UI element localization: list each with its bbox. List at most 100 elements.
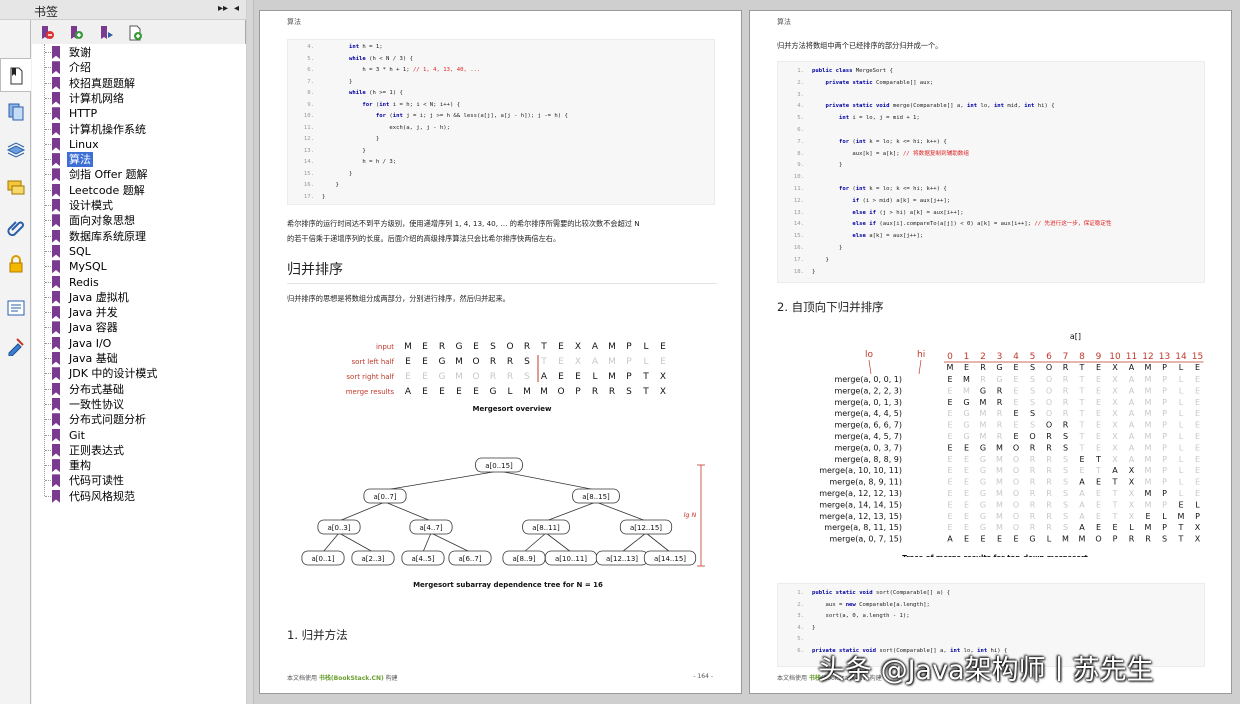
bookmark-item[interactable]: 正则表达式 xyxy=(32,443,244,458)
trace-letter: E xyxy=(1195,432,1200,441)
bookmark-item[interactable]: 面向对象思想 xyxy=(32,213,244,228)
bookmark-item[interactable]: 数据库系统原理 xyxy=(32,229,244,244)
attachments-icon[interactable] xyxy=(6,216,26,236)
bookmark-item[interactable]: 校招真题题解 xyxy=(32,76,244,91)
trace-letter: E xyxy=(1013,363,1018,372)
bookmark-item[interactable]: Java I/O xyxy=(32,336,244,351)
panel-splitter[interactable] xyxy=(247,0,254,704)
bookmark-properties-icon[interactable] xyxy=(127,25,143,41)
trace-letter: M xyxy=(1145,398,1152,407)
footer-link[interactable]: 书栈(BookStack.CN) xyxy=(319,675,384,682)
code-line: 17. } xyxy=(793,256,829,263)
bookmark-item[interactable]: Java 基础 xyxy=(32,351,244,366)
bookmark-label: 一致性协议 xyxy=(69,397,124,411)
overview-letter: R xyxy=(507,357,513,367)
bookmark-item[interactable]: 介绍 xyxy=(32,60,244,75)
pages-icon[interactable] xyxy=(6,102,26,122)
trace-letter: X xyxy=(1112,375,1118,384)
bookmark-item[interactable]: 计算机网络 xyxy=(32,91,244,106)
bookmark-icon xyxy=(52,397,60,411)
bookmark-item[interactable]: Git xyxy=(32,428,244,443)
bookmark-label: 介绍 xyxy=(69,61,91,75)
overview-letter: S xyxy=(524,372,530,382)
trace-index: 0 xyxy=(947,352,953,362)
bookmark-label: MySQL xyxy=(69,260,107,274)
comments-icon[interactable] xyxy=(6,178,26,198)
trace-letter: E xyxy=(947,489,952,498)
overview-letter: M xyxy=(540,387,548,397)
overview-letter: P xyxy=(626,372,632,382)
bookmark-item[interactable]: 重构 xyxy=(32,458,244,473)
expand-bookmark-icon[interactable] xyxy=(98,25,114,41)
trace-letter: P xyxy=(1195,512,1200,521)
signatures-icon[interactable] xyxy=(6,336,26,356)
tree-connector xyxy=(45,174,53,176)
bookmark-icon xyxy=(52,367,60,381)
bookmark-item[interactable]: 设计模式 xyxy=(32,198,244,213)
overview-letter: S xyxy=(626,387,632,397)
trace-letter: S xyxy=(1063,512,1068,521)
trace-caption: Trace of merge results for top-down merg… xyxy=(902,554,1088,557)
trace-letter: M xyxy=(1145,523,1152,532)
overview-letter: L xyxy=(643,357,648,367)
bookmark-item[interactable]: 剑指 Offer 题解 xyxy=(32,167,244,182)
bookmark-item[interactable]: SQL xyxy=(32,244,244,259)
tree-node-label: a[14..15] xyxy=(654,555,686,563)
bookmark-item[interactable]: 分布式基础 xyxy=(32,382,244,397)
delete-bookmark-icon[interactable] xyxy=(39,25,55,41)
panel-options-button[interactable]: ▸▸ xyxy=(218,3,228,14)
bookmark-item[interactable]: Java 虚拟机 xyxy=(32,290,244,305)
bookmark-item[interactable]: Java 容器 xyxy=(32,320,244,335)
trace-letter: E xyxy=(1195,363,1200,372)
bookmark-item[interactable]: 代码风格规范 xyxy=(32,489,244,504)
bookmark-item[interactable]: 一致性协议 xyxy=(32,397,244,412)
bookmark-item[interactable]: MySQL xyxy=(32,259,244,274)
trace-letter: A xyxy=(1129,375,1135,384)
bookmark-label: 正则表达式 xyxy=(69,443,124,457)
trace-call: merge(a, 4, 5, 7) xyxy=(834,432,902,441)
trace-call: merge(a, 14, 14, 15) xyxy=(819,500,902,509)
trace-letter: O xyxy=(1013,443,1019,452)
overview-letter: X xyxy=(660,372,666,382)
bookmark-item[interactable]: Leetcode 题解 xyxy=(32,183,244,198)
bookmark-label: 计算机网络 xyxy=(69,91,124,105)
code-line: 12. } xyxy=(303,136,380,142)
bookmark-item[interactable]: HTTP xyxy=(32,106,244,121)
bookmark-item[interactable]: 代码可读性 xyxy=(32,473,244,488)
fields-icon[interactable] xyxy=(6,298,26,318)
bookmark-item[interactable]: Redis xyxy=(32,275,244,290)
bookmark-label: 分布式基础 xyxy=(69,382,124,396)
trace-letter: M xyxy=(996,512,1003,521)
layers-icon[interactable] xyxy=(6,140,26,160)
add-bookmark-icon[interactable] xyxy=(68,25,84,41)
bookmark-item[interactable]: Java 并发 xyxy=(32,305,244,320)
bookmark-item[interactable]: 计算机操作系统 xyxy=(32,122,244,137)
bookmark-item[interactable]: Linux xyxy=(32,137,244,152)
tree-connector xyxy=(45,128,53,130)
bookmark-item[interactable]: 致谢 xyxy=(32,45,244,60)
bookmark-item[interactable]: 算法 xyxy=(32,152,244,168)
lock-icon[interactable] xyxy=(6,254,26,274)
bookmarks-icon[interactable] xyxy=(6,66,26,86)
bookmark-item[interactable]: JDK 中的设计模式 xyxy=(32,366,244,381)
bookmark-icon xyxy=(52,260,60,274)
trace-letter: M xyxy=(1079,535,1086,544)
page-header: 算法 xyxy=(777,18,791,26)
trace-letter: M xyxy=(1145,478,1152,487)
bookmark-icon xyxy=(52,306,60,320)
trace-letter: E xyxy=(1096,375,1101,384)
tree-node-label: a[12..15] xyxy=(630,524,662,532)
trace-letter: M xyxy=(1145,500,1152,509)
bookmark-item[interactable]: 分布式问题分析 xyxy=(32,412,244,427)
trace-call: merge(a, 6, 6, 7) xyxy=(834,421,902,430)
collapse-panel-button[interactable]: ◂ xyxy=(234,3,239,14)
trace-letter: R xyxy=(1046,500,1052,509)
trace-index: 7 xyxy=(1063,352,1069,362)
trace-letter: L xyxy=(1179,421,1184,430)
bookmark-label: 剑指 Offer 题解 xyxy=(69,168,148,182)
trace-letter: M xyxy=(996,466,1003,475)
tree-connector xyxy=(45,358,53,359)
trace-letter: G xyxy=(980,500,986,509)
trace-letter: E xyxy=(1013,535,1018,544)
tree-connector xyxy=(45,449,53,451)
